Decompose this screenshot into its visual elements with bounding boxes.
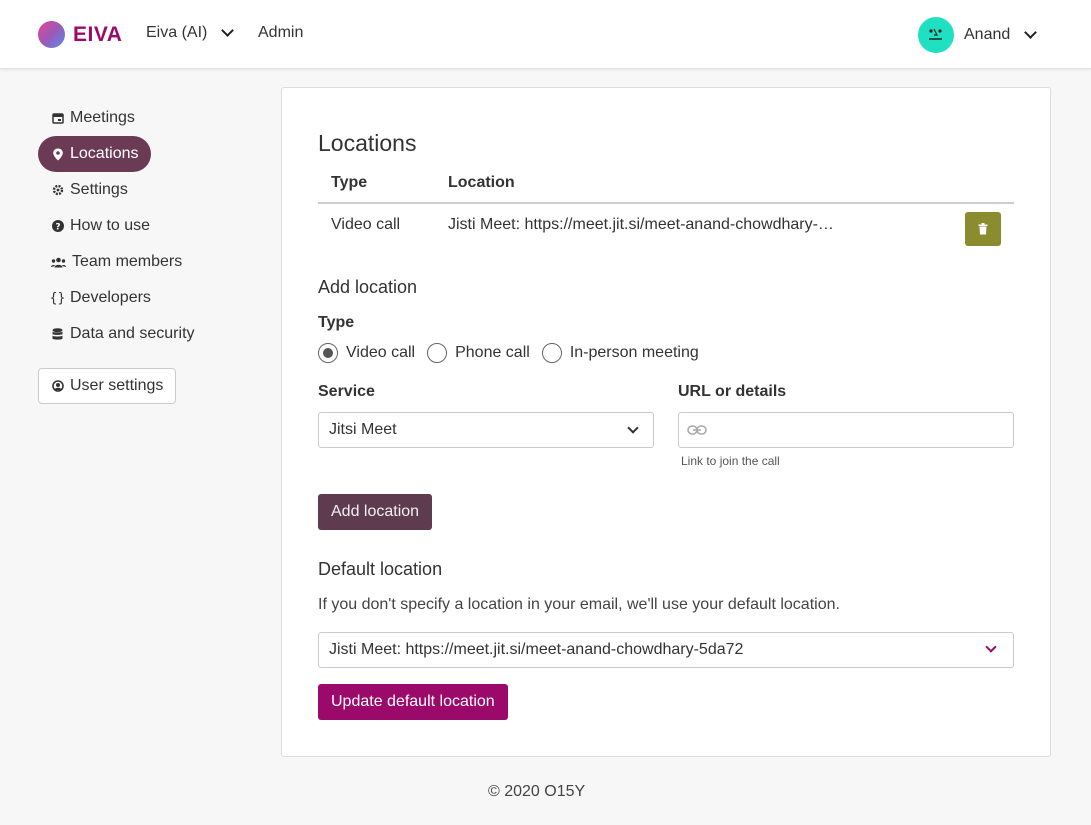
page-title: Locations <box>318 130 417 156</box>
logo[interactable]: EIVA <box>38 21 122 48</box>
link-icon <box>687 425 707 435</box>
table-header-location: Location <box>448 174 515 191</box>
calendar-icon <box>51 112 64 125</box>
top-navbar: EIVA Eiva (AI) Admin Anand <box>0 0 1091 69</box>
table-header-type: Type <box>331 174 368 191</box>
chevron-down-icon <box>627 422 639 434</box>
sidebar-item-label: Data and security <box>70 325 195 342</box>
locations-card: Locations Type Location Video call Jisti… <box>281 87 1051 757</box>
sidebar-item-developers[interactable]: {} Developers <box>38 280 163 316</box>
gear-icon <box>51 184 64 197</box>
code-braces-icon: {} <box>49 290 66 306</box>
sidebar-item-label: Meetings <box>70 109 135 126</box>
sidebar-item-locations[interactable]: Locations <box>38 136 151 172</box>
org-switcher[interactable]: Eiva (AI) <box>146 24 235 42</box>
user-settings-icon <box>51 380 64 393</box>
radio-checked-icon <box>318 343 338 363</box>
org-switcher-label: Eiva (AI) <box>146 24 208 41</box>
users-icon <box>51 256 66 269</box>
brand-name: EIVA <box>73 22 123 46</box>
question-circle-icon: ? <box>51 220 64 233</box>
default-location-select[interactable]: Jisti Meet: https://meet.jit.si/meet-ana… <box>318 632 1014 668</box>
user-name: Anand <box>964 26 1011 43</box>
svg-text:?: ? <box>55 223 60 233</box>
url-label: URL or details <box>678 383 787 400</box>
sidebar-item-label: Locations <box>70 145 139 162</box>
radio-label: In-person meeting <box>569 344 699 361</box>
update-default-location-button[interactable]: Update default location <box>318 684 508 720</box>
radio-unchecked-icon <box>427 343 448 363</box>
admin-link[interactable]: Admin <box>258 24 303 42</box>
table-cell-type: Video call <box>331 216 401 233</box>
sidebar-item-data-and-security[interactable]: Data and security <box>38 316 207 352</box>
sidebar-item-label: Developers <box>70 289 151 306</box>
user-settings-label: User settings <box>70 377 164 394</box>
service-select-value: Jitsi Meet <box>329 421 397 438</box>
sidebar-item-settings[interactable]: Settings <box>38 172 140 208</box>
avatar <box>918 17 954 53</box>
add-location-heading: Add location <box>318 277 418 297</box>
logo-mark-icon <box>38 21 65 48</box>
add-location-button[interactable]: Add location <box>318 494 433 530</box>
type-label: Type <box>318 314 355 331</box>
radio-label: Phone call <box>455 344 530 361</box>
url-help-text: Link to join the call <box>681 454 780 468</box>
default-location-heading: Default location <box>318 559 443 579</box>
sidebar-item-how-to-use[interactable]: ? How to use <box>38 208 162 244</box>
table-cell-location: Jisti Meet: https://meet.jit.si/meet-ana… <box>448 216 838 233</box>
radio-video-call[interactable]: Video call <box>318 343 415 363</box>
sidebar-item-meetings[interactable]: Meetings <box>38 100 147 136</box>
sidebar-item-team-members[interactable]: Team members <box>38 244 194 280</box>
service-label: Service <box>318 383 375 400</box>
default-location-value: Jisti Meet: https://meet.jit.si/meet-ana… <box>329 641 744 658</box>
url-input[interactable] <box>678 412 1014 448</box>
footer-copyright: © 2020 O15Y <box>488 783 586 800</box>
table-divider <box>318 202 1014 204</box>
radio-unchecked-icon <box>541 343 562 363</box>
database-icon <box>51 327 64 341</box>
user-menu[interactable]: Anand <box>918 17 1038 53</box>
chevron-down-icon <box>985 641 997 653</box>
default-location-help: If you don't specify a location in your … <box>318 596 840 613</box>
delete-location-button[interactable] <box>965 212 1001 246</box>
radio-phone-call[interactable]: Phone call <box>427 343 530 363</box>
chevron-down-icon <box>221 24 235 37</box>
user-settings-button[interactable]: User settings <box>38 368 177 404</box>
sidebar-item-label: How to use <box>70 217 151 234</box>
service-select[interactable]: Jitsi Meet <box>318 412 654 448</box>
sidebar: Meetings Locations Settings ? How to use… <box>38 100 268 404</box>
radio-in-person-meeting[interactable]: In-person meeting <box>541 343 699 363</box>
map-pin-icon <box>51 148 64 161</box>
radio-label: Video call <box>346 344 416 361</box>
chevron-down-icon <box>1024 26 1038 39</box>
type-radio-group: Video call Phone call In-person meeting <box>318 343 711 363</box>
trash-icon <box>978 223 988 235</box>
sidebar-item-label: Team members <box>72 253 183 270</box>
sidebar-item-label: Settings <box>70 181 128 198</box>
